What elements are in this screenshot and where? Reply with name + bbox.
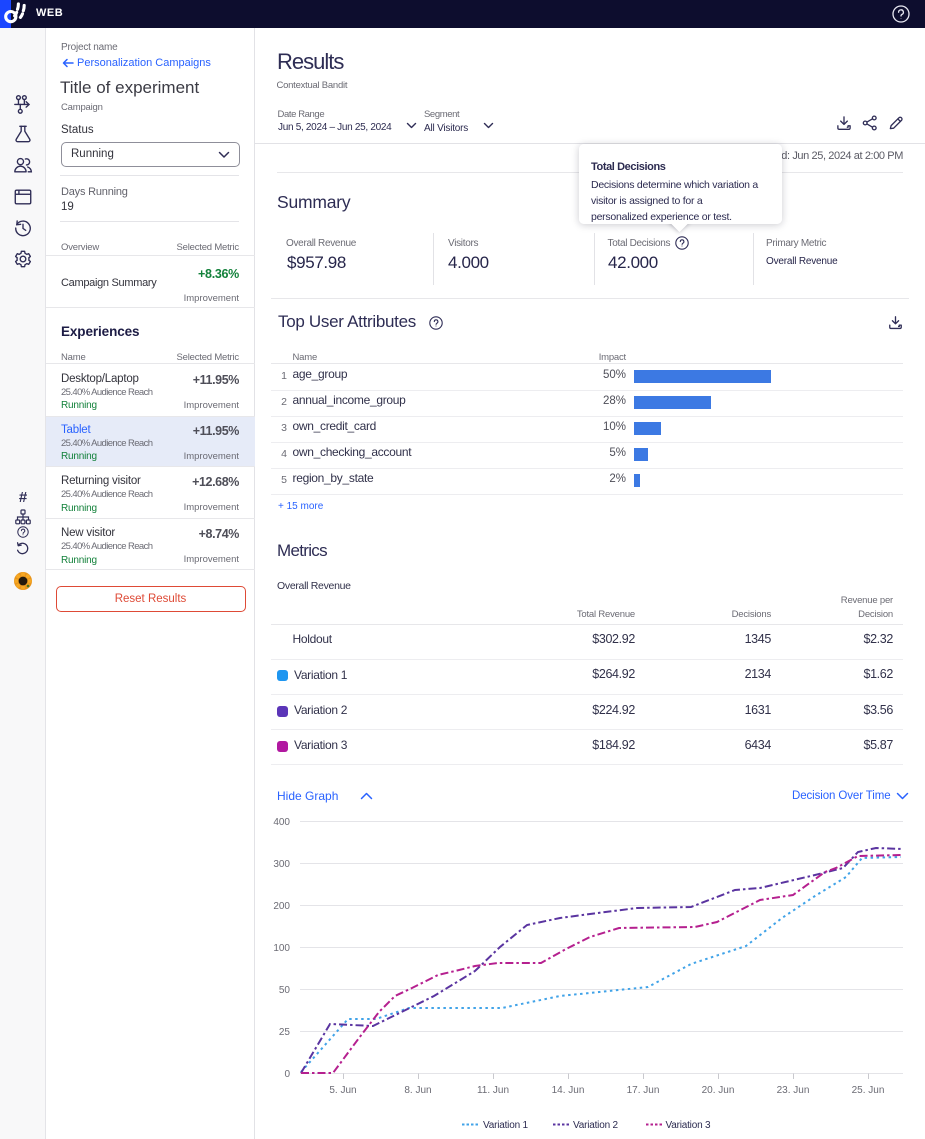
svg-text:14. Jun: 14. Jun (552, 1085, 585, 1096)
svg-text:25: 25 (279, 1027, 291, 1038)
svg-text:100: 100 (273, 943, 290, 954)
svg-text:300: 300 (273, 859, 290, 870)
svg-text:200: 200 (273, 901, 290, 912)
svg-text:17. Jun: 17. Jun (627, 1085, 660, 1096)
svg-text:5. Jun: 5. Jun (329, 1085, 356, 1096)
svg-text:20. Jun: 20. Jun (702, 1085, 735, 1096)
svg-text:400: 400 (273, 817, 290, 828)
svg-text:25. Jun: 25. Jun (852, 1085, 885, 1096)
svg-text:11. Jun: 11. Jun (477, 1085, 509, 1096)
svg-text:23. Jun: 23. Jun (777, 1085, 810, 1096)
svg-text:50: 50 (279, 985, 291, 996)
svg-text:0: 0 (284, 1069, 290, 1080)
svg-text:8. Jun: 8. Jun (404, 1085, 431, 1096)
